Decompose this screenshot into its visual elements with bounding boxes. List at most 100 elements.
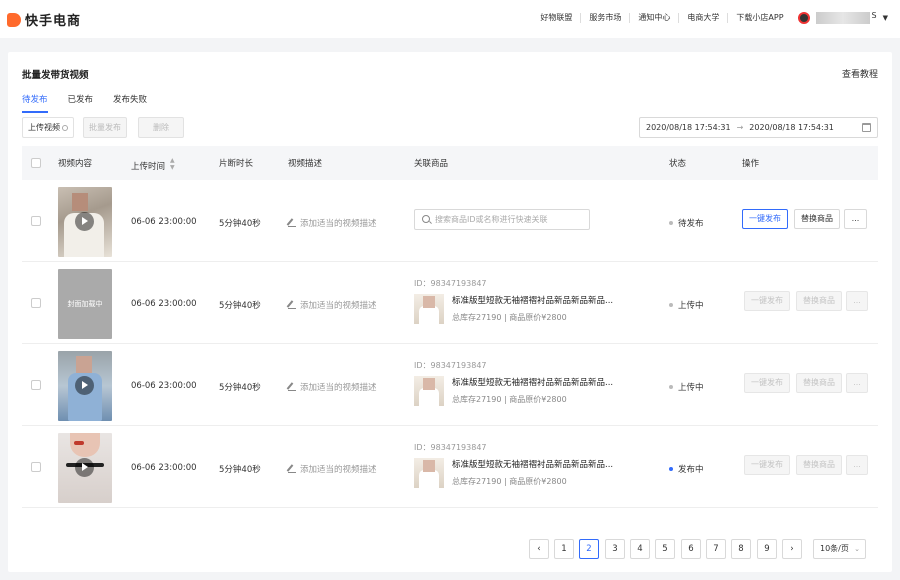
page-button-current[interactable]: 2 [579, 539, 599, 559]
blurred-face [423, 296, 435, 308]
blurred-face [423, 460, 435, 472]
page-button[interactable]: 1 [554, 539, 574, 559]
edit-icon [288, 383, 296, 391]
nav-service-market[interactable]: 服务市场 [581, 13, 631, 23]
status-text: 待发布 [678, 219, 704, 229]
product-name[interactable]: 标准版型短款无袖褶褶衬品新品新品新品... [452, 458, 613, 470]
product-stock-price: 总库存27190 | 商品原价¥2800 [452, 477, 567, 486]
status-text: 上传中 [678, 301, 704, 311]
edit-icon [288, 465, 296, 473]
product-stock-price: 总库存27190 | 商品原价¥2800 [452, 313, 567, 322]
row-checkbox[interactable] [31, 216, 41, 226]
date-range-picker[interactable]: 2020/08/18 17:54:31 → 2020/08/18 17:54:3… [639, 117, 878, 138]
duration: 5分钟40秒 [219, 301, 261, 311]
more-button[interactable]: ... [846, 373, 868, 393]
product-id: ID：98347193847 [414, 279, 487, 288]
page-button[interactable]: 4 [630, 539, 650, 559]
chevron-down-icon[interactable]: ▼ [883, 14, 888, 22]
page-button[interactable]: 3 [605, 539, 625, 559]
add-description-link[interactable]: 添加适当的视频描述 [288, 463, 377, 475]
more-button[interactable]: ... [844, 209, 867, 229]
product-image[interactable] [414, 458, 444, 488]
play-icon[interactable] [75, 458, 94, 477]
product-name[interactable]: 标准版型短款无袖褶褶衬品新品新品新品... [452, 376, 613, 388]
info-icon [62, 124, 68, 131]
product-figure [419, 388, 439, 406]
delete-button[interactable]: 删除 [138, 117, 184, 138]
upload-video-button[interactable]: 上传视频 [22, 117, 74, 138]
next-page-button[interactable]: › [782, 539, 802, 559]
duration: 5分钟40秒 [219, 383, 261, 393]
product-image[interactable] [414, 294, 444, 324]
batch-publish-button[interactable]: 批量发布 [83, 117, 127, 138]
tab-pending[interactable]: 待发布 [22, 93, 48, 113]
replace-product-button[interactable]: 替换商品 [794, 209, 840, 229]
publish-button[interactable]: 一键发布 [744, 373, 790, 393]
logo[interactable]: 快手电商 [7, 10, 81, 29]
replace-product-button[interactable]: 替换商品 [796, 291, 842, 311]
publish-button[interactable]: 一键发布 [744, 291, 790, 311]
username-blurred[interactable] [815, 12, 870, 24]
page-size-value: 10条/页 [820, 544, 849, 553]
video-thumbnail[interactable] [58, 187, 112, 257]
replace-product-button[interactable]: 替换商品 [796, 373, 842, 393]
row-checkbox[interactable] [31, 380, 41, 390]
tutorial-link[interactable]: 查看教程 [842, 67, 878, 80]
description-text: 添加适当的视频描述 [300, 465, 377, 475]
add-description-link[interactable]: 添加适当的视频描述 [288, 299, 377, 311]
nav-ecommerce-university[interactable]: 电商大学 [679, 13, 729, 23]
page-button[interactable]: 8 [731, 539, 751, 559]
product-image[interactable] [414, 376, 444, 406]
page-button[interactable]: 9 [757, 539, 777, 559]
sort-icon[interactable]: ▲ ▼ [170, 157, 175, 171]
duration: 5分钟40秒 [219, 219, 261, 229]
status-badge: 待发布 [669, 217, 704, 229]
product-name[interactable]: 标准版型短款无袖褶褶衬品新品新品新品... [452, 294, 613, 306]
product-stock-price: 总库存27190 | 商品原价¥2800 [452, 395, 567, 404]
add-description-link[interactable]: 添加适当的视频描述 [288, 217, 377, 229]
prev-page-button[interactable]: ‹ [529, 539, 549, 559]
more-button[interactable]: ... [846, 291, 868, 311]
avatar[interactable] [797, 12, 810, 24]
row-checkbox[interactable] [31, 298, 41, 308]
description-text: 添加适当的视频描述 [300, 219, 377, 229]
page-button[interactable]: 5 [655, 539, 675, 559]
play-icon[interactable] [75, 212, 94, 231]
product-search-input[interactable]: 搜索商品ID或名称进行快速关联 [414, 209, 590, 230]
row-checkbox[interactable] [31, 462, 41, 472]
page-button[interactable]: 7 [706, 539, 726, 559]
product-figure [419, 470, 439, 488]
table-row: 06-06 23:00:00 5分钟40秒 添加适当的视频描述 ID：98347… [22, 426, 878, 508]
tab-published[interactable]: 已发布 [68, 93, 94, 113]
publish-button[interactable]: 一键发布 [744, 455, 790, 475]
nav-download-app[interactable]: 下载小店APP [728, 13, 791, 23]
nav-haowu-lianmeng[interactable]: 好物联盟 [532, 13, 582, 23]
status-dot [669, 221, 673, 225]
status-badge: 上传中 [669, 381, 704, 393]
upload-time: 06-06 23:00:00 [131, 381, 197, 391]
product-search-placeholder: 搜索商品ID或名称进行快速关联 [435, 215, 548, 224]
play-icon[interactable] [75, 376, 94, 395]
video-thumbnail[interactable] [58, 351, 112, 421]
video-thumbnail[interactable] [58, 433, 112, 503]
page-button[interactable]: 6 [681, 539, 701, 559]
nav-notification-center[interactable]: 通知中心 [630, 13, 680, 23]
select-all-checkbox[interactable] [31, 158, 41, 168]
status-badge: 发布中 [669, 463, 704, 475]
thumbnail-figure [70, 433, 100, 457]
top-bar: 快手电商 好物联盟 服务市场 通知中心 电商大学 下载小店APP S ▼ [0, 0, 900, 38]
tab-failed[interactable]: 发布失败 [113, 93, 147, 113]
duration: 5分钟40秒 [219, 465, 261, 475]
more-button[interactable]: ... [846, 455, 868, 475]
upload-time: 06-06 23:00:00 [131, 299, 197, 309]
page-size-select[interactable]: 10条/页 ⌄ [813, 539, 866, 559]
table-row: 06-06 23:00:00 5分钟40秒 添加适当的视频描述 搜索商品ID或名… [22, 180, 878, 262]
edit-icon [288, 219, 296, 227]
publish-button[interactable]: 一键发布 [742, 209, 788, 229]
col-upload-time[interactable]: 上传时间 ▲ ▼ [131, 157, 175, 172]
col-product: 关联商品 [414, 159, 449, 169]
col-description: 视频描述 [288, 159, 323, 169]
add-description-link[interactable]: 添加适当的视频描述 [288, 381, 377, 393]
replace-product-button[interactable]: 替换商品 [796, 455, 842, 475]
status-dot [669, 467, 673, 471]
